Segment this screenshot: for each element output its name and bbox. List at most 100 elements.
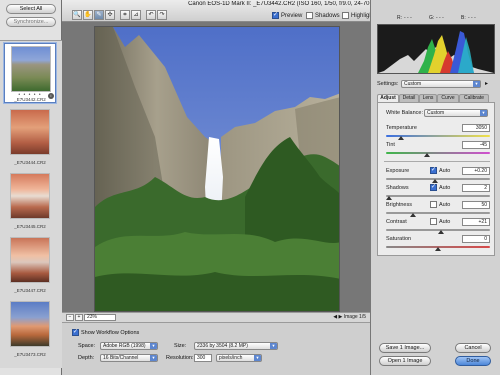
synchronize-button[interactable]: Synchronize... [6,17,56,27]
zoom-icon[interactable]: 🔍 [72,10,82,20]
brightness-slider[interactable] [386,212,490,214]
thumbnail-name: _E7U3442.CR2 [14,97,46,102]
tab-adjust[interactable]: Adjust [377,94,399,102]
cancel-button[interactable]: Cancel [455,343,491,353]
histogram [377,24,495,74]
contrast-auto-checkbox[interactable]: Auto [430,218,450,226]
exposure-slider-knob[interactable] [432,179,438,183]
thumbnail-list: • • • • • i _E7U3442.CR2 _E7U3444.CR2 _E… [0,40,62,368]
tab-lens[interactable]: Lens [419,94,437,102]
resolution-input[interactable]: 300 [194,354,212,362]
thumbnail-item[interactable]: _E7U3444.CR2 [4,107,56,167]
settings-label: Settings: [377,81,399,87]
photo-preview[interactable] [94,26,340,312]
temperature-label: Temperature [386,125,417,131]
exposure-slider[interactable] [386,178,490,180]
white-balance-select[interactable]: Custom ▼ [424,109,488,117]
zoom-level-select[interactable]: 23% [84,314,116,321]
depth-select[interactable]: 16 Bits/Channel ▼ [100,354,158,362]
resolution-unit-select[interactable]: pixels/inch ▼ [216,354,262,362]
crop-icon[interactable]: ⌗ [120,10,130,20]
rotate-right-icon[interactable]: ↷ [157,10,167,20]
chevron-down-icon: ▼ [150,343,157,349]
space-label: Space: [78,343,96,349]
size-select[interactable]: 2336 by 3504 (8.2 MP) ▼ [194,342,278,350]
chevron-down-icon: ▼ [254,355,261,361]
checkmark-icon: ✓ [430,184,437,192]
checkbox-box [306,12,313,19]
size-label: Size: [174,343,187,349]
shadows-auto-checkbox[interactable]: ✓ Auto [430,184,450,192]
saturation-label: Saturation [386,236,412,242]
brightness-auto-checkbox[interactable]: Auto [430,201,450,209]
thumbnail-item[interactable]: _E7U3447.CR2 [4,235,56,295]
tint-label: Tint [386,142,395,148]
save-image-button[interactable]: Save 1 Image... [379,343,431,353]
depth-label: Depth: [78,355,95,361]
tab-detail[interactable]: Detail [399,94,419,102]
thumbnail-image [11,46,51,92]
image-preview-area[interactable] [62,22,370,312]
checkmark-icon: ✓ [272,12,279,19]
rotate-left-icon[interactable]: ↶ [146,10,156,20]
white-balance-label: White Balance: [386,110,423,116]
tint-slider-knob[interactable] [424,153,430,157]
saturation-input[interactable]: 0 [462,235,490,243]
thumbnail-item[interactable]: _E7U3445.CR2 [4,171,56,231]
settings-select[interactable]: Custom ▼ [401,80,481,88]
shadows-checkbox[interactable]: Shadows [306,12,340,20]
image-navigator: ◀ ▶ Image 1/5 [333,314,366,321]
chevron-down-icon: ▼ [270,343,277,349]
settings-menu-icon[interactable]: ▸ [485,80,488,89]
auto-label: Auto [439,219,451,225]
preview-checkbox[interactable]: ✓ Preview [272,12,302,20]
previous-image-icon[interactable]: ◀ [333,314,337,320]
shadows-slider-knob[interactable] [386,196,392,200]
tab-curve[interactable]: Curve [437,94,459,102]
thumbnail-item[interactable]: • • • • • i _E7U3442.CR2 [4,43,56,103]
exposure-input[interactable]: +0.20 [462,167,490,175]
shadows-slider[interactable] [386,195,490,197]
depth-value: 16 Bits/Channel [103,355,139,361]
straighten-icon[interactable]: ⊿ [131,10,141,20]
temperature-slider-knob[interactable] [398,136,404,140]
brightness-label: Brightness [386,202,412,208]
hand-icon[interactable]: ✋ [83,10,93,20]
next-image-icon[interactable]: ▶ [339,314,343,320]
checkbox-box [342,12,349,19]
checkmark-icon: ✓ [430,167,437,175]
white-balance-icon[interactable]: ✎ [94,10,104,20]
thumbnail-name: _E7U3473.CR2 [14,352,46,357]
thumbnail-item[interactable]: _E7U3473.CR2 [4,299,56,359]
tab-calibrate[interactable]: Calibrate [459,94,489,102]
open-image-button[interactable]: Open 1 Image [379,356,431,366]
space-select[interactable]: Adobe RGB (1998) ▼ [100,342,158,350]
color-sampler-icon[interactable]: ✣ [105,10,115,20]
resolution-unit-value: pixels/inch [219,355,243,361]
done-button[interactable]: Done [455,356,491,366]
r-value: - - - [404,15,412,21]
contrast-slider-knob[interactable] [438,230,444,234]
auto-label: Auto [439,168,451,174]
adjust-tabs: Adjust Detail Lens Curve Calibrate [377,94,495,102]
select-all-button[interactable]: Select All [6,4,56,14]
show-workflow-checkbox[interactable]: ✓ Show Workflow Options [72,329,139,337]
checkmark-icon: ✓ [72,329,79,337]
adjust-tab-content: White Balance: Custom ▼ Temperature 3050 … [377,102,495,256]
zoom-in-icon[interactable]: + [75,314,83,321]
space-value: Adobe RGB (1998) [103,343,146,349]
tint-slider[interactable] [386,152,490,154]
shadows-input[interactable]: 2 [462,184,490,192]
exposure-auto-checkbox[interactable]: ✓ Auto [430,167,450,175]
temperature-input[interactable]: 3050 [462,124,490,132]
saturation-slider-knob[interactable] [435,247,441,251]
brightness-slider-knob[interactable] [410,213,416,217]
preview-label: Preview [281,13,303,20]
resolution-label: Resolution: [166,355,194,361]
contrast-input[interactable]: +21 [462,218,490,226]
settings-value: Custom [404,81,422,87]
b-value: - - - [468,15,476,21]
zoom-out-icon[interactable]: − [66,314,74,321]
tint-input[interactable]: -45 [462,141,490,149]
brightness-input[interactable]: 50 [462,201,490,209]
